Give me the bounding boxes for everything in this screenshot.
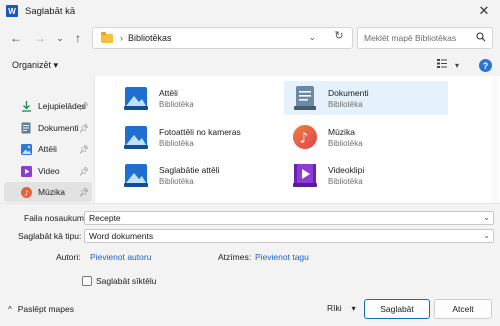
refresh-icon[interactable]: ↻: [331, 28, 347, 42]
pictures-library-icon: [122, 84, 150, 112]
library-tile-saved-pictures[interactable]: Saglabātie attēli Bibliotēka: [115, 158, 279, 192]
save-form: Faila nosaukums: Recepte ⌄ Saglabāt kā t…: [0, 203, 500, 326]
sidebar-item-documents[interactable]: Dokumenti 📌︎: [4, 118, 92, 138]
organize-label: Organizēt: [12, 60, 52, 70]
library-tile-camera-roll[interactable]: Fotoattēli no kameras Bibliotēka: [115, 120, 279, 154]
sidebar-item-label: Dokumenti: [38, 123, 79, 133]
sidebar-item-downloads[interactable]: Lejupielādes 📌︎: [4, 96, 92, 116]
authors-label: Autori:: [56, 252, 81, 262]
download-icon: [20, 100, 32, 112]
sidebar-item-label: Video: [38, 166, 60, 176]
navigation-pane: Lejupielādes 📌︎ Dokumenti 📌︎ Attēli 📌︎ V…: [0, 76, 94, 203]
save-thumbnail-checkbox[interactable]: [82, 276, 92, 286]
pin-icon[interactable]: 📌︎: [79, 145, 89, 154]
save-thumbnail-label[interactable]: Saglabāt sīktēlu: [96, 276, 156, 286]
close-icon[interactable]: ✕: [476, 3, 492, 19]
word-app-icon: W: [6, 5, 18, 17]
tools-dropdown[interactable]: Rīki ▾: [327, 303, 356, 313]
forward-arrow-icon[interactable]: →: [32, 30, 48, 46]
pin-icon[interactable]: 📌︎: [79, 124, 89, 133]
sidebar-item-video[interactable]: Video 📌︎: [4, 161, 92, 181]
filename-value[interactable]: Recepte: [89, 213, 121, 223]
vertical-scrollbar[interactable]: [492, 76, 498, 203]
search-placeholder[interactable]: Meklēt mapē Bibliotēkas: [364, 33, 456, 43]
pictures-icon: [20, 143, 32, 155]
filename-field[interactable]: Recepte ⌄: [84, 211, 494, 225]
pin-icon[interactable]: 📌︎: [79, 167, 89, 176]
up-arrow-icon[interactable]: ↑: [70, 30, 86, 46]
sidebar-item-pictures[interactable]: Attēli 📌︎: [4, 139, 92, 159]
library-name: Saglabātie attēli: [159, 164, 220, 175]
back-arrow-icon[interactable]: ←: [8, 30, 24, 46]
command-bar: Organizēt ▾ ▾ ?: [0, 55, 500, 75]
library-tile-music[interactable]: ♪ Mūzika Bibliotēka: [284, 120, 448, 154]
sidebar-item-music[interactable]: ♪ Mūzika 📌︎: [4, 182, 92, 202]
tools-label: Rīki: [327, 303, 342, 313]
chevron-up-icon: ^: [8, 304, 12, 314]
pin-icon[interactable]: 📌︎: [79, 188, 89, 197]
library-name: Mūzika: [328, 126, 355, 137]
window-title: Saglabāt kā: [25, 5, 76, 17]
music-library-icon: ♪: [291, 123, 319, 151]
sidebar-item-label: Attēli: [38, 144, 57, 154]
filename-label: Faila nosaukums:: [24, 213, 91, 223]
library-name: Attēli: [159, 87, 178, 98]
organize-caret-icon: ▾: [53, 60, 59, 70]
organize-button[interactable]: Organizēt ▾: [12, 60, 58, 71]
videos-library-icon: [291, 161, 319, 189]
library-tile-pictures[interactable]: Attēli Bibliotēka: [115, 81, 279, 115]
documents-library-icon: [291, 84, 319, 112]
library-type: Bibliotēka: [328, 99, 363, 109]
hide-folders-button[interactable]: ^ Paslēpt mapes: [8, 304, 74, 314]
cancel-button[interactable]: Atcelt: [434, 299, 492, 319]
save-button[interactable]: Saglabāt: [364, 299, 430, 319]
library-name: Videoklipi: [328, 164, 365, 175]
sidebar-item-label: Mūzika: [38, 187, 65, 197]
library-tile-documents[interactable]: Dokumenti Bibliotēka: [284, 81, 448, 115]
title-bar: W Saglabāt kā ✕: [0, 0, 500, 22]
tools-caret-icon: ▾: [351, 303, 356, 313]
library-type: Bibliotēka: [159, 138, 194, 148]
video-icon: [20, 165, 32, 177]
hide-folders-label: Paslēpt mapes: [17, 304, 74, 314]
add-tag-link[interactable]: Pievienot tagu: [255, 252, 309, 262]
tags-label: Atzīmes:: [218, 252, 252, 262]
library-tile-videos[interactable]: Videoklipi Bibliotēka: [284, 158, 448, 192]
address-dropdown-icon[interactable]: ⌄: [308, 32, 316, 43]
library-type: Bibliotēka: [328, 176, 363, 186]
chevron-down-icon[interactable]: ⌄: [52, 30, 68, 46]
documents-icon: [20, 122, 32, 134]
library-name: Fotoattēli no kameras: [159, 126, 241, 137]
save-type-select[interactable]: Word dokuments ⌄: [84, 229, 494, 243]
chevron-down-icon[interactable]: ⌄: [483, 213, 490, 222]
navigation-bar: ← → ⌄ ↑ › Bibliotēkas ⌄ ↻ Meklēt mapē Bi…: [0, 24, 500, 52]
music-icon: ♪: [20, 186, 32, 198]
camera-roll-library-icon: [122, 123, 150, 151]
library-type: Bibliotēka: [159, 176, 194, 186]
chevron-down-icon[interactable]: ⌄: [483, 231, 490, 240]
search-input[interactable]: Meklēt mapē Bibliotēkas: [357, 27, 493, 49]
address-label[interactable]: Bibliotēkas: [128, 33, 172, 43]
file-list: Attēli Bibliotēka Dokumenti Bibliotēka F…: [95, 76, 500, 203]
saved-pictures-library-icon: [122, 161, 150, 189]
view-options-button[interactable]: ▾: [437, 58, 459, 72]
view-list-icon: [437, 59, 447, 71]
view-caret-icon: ▾: [455, 60, 460, 70]
folder-icon: [101, 31, 113, 43]
pin-icon[interactable]: 📌︎: [79, 102, 89, 111]
search-icon[interactable]: [476, 32, 486, 45]
library-name: Dokumenti: [328, 87, 369, 98]
library-type: Bibliotēka: [159, 99, 194, 109]
save-type-label: Saglabāt kā tipu:: [18, 231, 82, 241]
svg-text:♪: ♪: [24, 189, 28, 197]
add-author-link[interactable]: Pievienot autoru: [90, 252, 151, 262]
svg-text:♪: ♪: [300, 131, 309, 147]
help-icon[interactable]: ?: [479, 59, 492, 72]
library-type: Bibliotēka: [328, 138, 363, 148]
chevron-right-icon[interactable]: ›: [120, 33, 123, 43]
address-bar[interactable]: › Bibliotēkas ⌄: [92, 27, 353, 49]
save-type-value[interactable]: Word dokuments: [89, 231, 153, 241]
